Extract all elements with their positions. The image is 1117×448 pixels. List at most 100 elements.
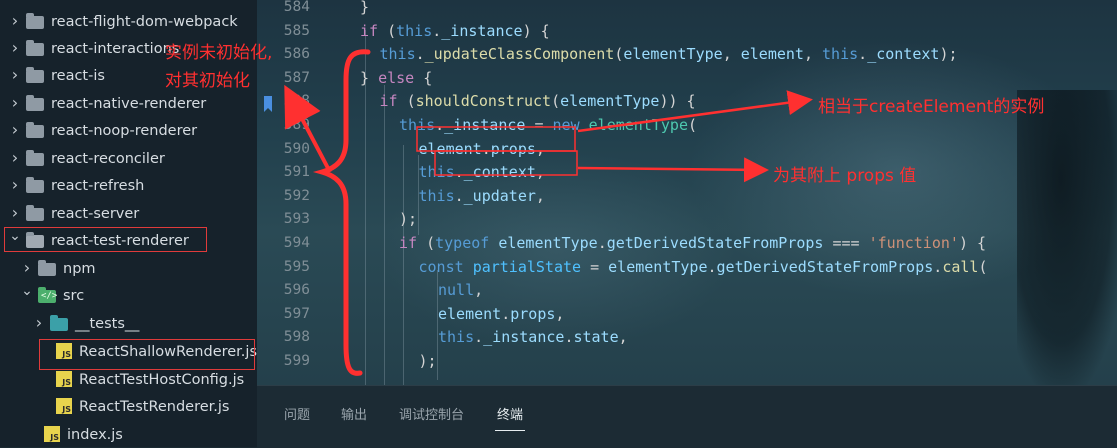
code-line[interactable]: );: [399, 208, 417, 231]
line-number: 589: [283, 117, 310, 133]
folder-item-react-native-renderer[interactable]: › react-native-renderer: [0, 90, 257, 117]
folder-item-src[interactable]: ⌄ </> src: [0, 282, 257, 309]
code-token: typeof: [435, 234, 490, 252]
chevron-right-icon[interactable]: ›: [8, 175, 22, 194]
code-line[interactable]: const partialState = elementType.getDeri…: [419, 256, 988, 279]
code-token: ,: [535, 163, 545, 182]
code-line[interactable]: this._updateClassComponent(elementType, …: [380, 43, 958, 66]
folder-item-react-reconciler[interactable]: › react-reconciler: [0, 145, 257, 172]
chevron-right-icon[interactable]: ›: [8, 203, 22, 222]
code-token: this: [379, 45, 416, 64]
chevron-right-icon[interactable]: ›: [8, 120, 22, 139]
code-token: else: [378, 68, 415, 87]
code-line[interactable]: element.props,: [419, 138, 545, 161]
tree-item-label: __tests__: [75, 315, 140, 332]
folder-item-react-flight-dom-webpack[interactable]: › react-flight-dom-webpack: [0, 8, 257, 35]
code-token: 'function': [868, 234, 959, 252]
code-token: );: [399, 210, 418, 229]
annotation-attach-props: 为其附上 props 值: [773, 166, 917, 186]
indent-guide: [384, 85, 385, 385]
code-line[interactable]: this._instance = new elementType(: [399, 114, 697, 137]
folder-item-react-noop-renderer[interactable]: › react-noop-renderer: [0, 117, 257, 144]
code-token: _instance: [444, 116, 526, 134]
panel-tab-3[interactable]: 终端: [497, 404, 523, 423]
code-token: this: [418, 186, 455, 205]
tree-item-label: ReactTestRenderer.js: [79, 398, 230, 415]
code-token: elementType: [623, 45, 723, 64]
folder-icon: [26, 67, 44, 83]
folder-item-react-refresh[interactable]: › react-refresh: [0, 172, 257, 199]
line-number: 590: [283, 140, 310, 157]
folder-icon: [26, 13, 44, 29]
chevron-right-icon[interactable]: ›: [8, 148, 22, 167]
code-editor[interactable]: 584} 585 if (this._instance) {586 this._upd…: [257, 0, 1117, 385]
chevron-right-icon[interactable]: ›: [20, 258, 34, 277]
code-token: element: [438, 304, 502, 323]
code-line[interactable]: );: [419, 350, 437, 373]
folder-icon: [26, 177, 44, 193]
line-number: 598: [283, 329, 310, 346]
src-folder-icon: </>: [38, 287, 57, 303]
highlight-box-shallow-renderer: [39, 339, 255, 370]
folder-icon: [26, 205, 44, 221]
chevron-right-icon[interactable]: ›: [8, 38, 22, 57]
code-line[interactable]: null,: [438, 279, 483, 302]
code-line[interactable]: this._context,: [419, 161, 545, 184]
code-line[interactable]: if (this._instance) {: [360, 20, 550, 43]
panel-tab-2[interactable]: 调试控制台: [399, 404, 464, 423]
code-token: (: [417, 234, 436, 252]
code-token: ===: [823, 234, 869, 252]
file-item-reacttestrenderer-js[interactable]: JS ReactTestRenderer.js: [0, 393, 257, 420]
highlight-box-react-test-renderer: [4, 227, 207, 252]
js-file-icon: JS: [44, 426, 60, 442]
code-token: if: [379, 92, 398, 111]
code-token: const: [418, 257, 464, 276]
code-line[interactable]: }: [360, 0, 369, 19]
code-token: .: [481, 139, 491, 158]
chevron-down-icon[interactable]: ⌄: [20, 283, 34, 299]
code-token: .: [415, 45, 425, 64]
code-token: .: [597, 234, 607, 252]
panel-tab-0[interactable]: 问题: [284, 404, 310, 423]
code-line[interactable]: this._instance.state,: [438, 326, 628, 349]
code-token: call: [942, 257, 979, 276]
chevron-right-icon[interactable]: ›: [32, 313, 46, 332]
code-token: if: [399, 234, 418, 252]
chevron-right-icon[interactable]: ›: [8, 11, 22, 30]
chevron-right-icon[interactable]: ›: [8, 65, 22, 84]
file-item-reacttesthostconfig-js[interactable]: JS ReactTestHostConfig.js: [0, 366, 257, 393]
code-line[interactable]: } else {: [360, 67, 432, 90]
annotation-not-initialized-1: 实例未初始化,: [165, 43, 273, 63]
tree-item-label: index.js: [67, 426, 123, 443]
code-token: props: [490, 139, 536, 158]
code-token: _instance: [441, 21, 523, 40]
code-token: .: [454, 163, 464, 182]
code-token: ,: [474, 281, 484, 300]
line-number: 591: [283, 164, 310, 181]
code-line[interactable]: this._updater,: [419, 185, 545, 208]
code-token: _updater: [463, 186, 536, 205]
bookmark-icon[interactable]: [264, 96, 272, 113]
code-line[interactable]: if (shouldConstruct(elementType)) {: [380, 90, 696, 113]
code-token: =: [525, 116, 553, 134]
code-token: props: [510, 304, 556, 323]
code-token: .: [933, 257, 943, 276]
code-line[interactable]: element.props,: [438, 303, 564, 326]
indent-guide: [403, 145, 404, 385]
panel-tab-1[interactable]: 输出: [341, 404, 367, 423]
file-item-index-js[interactable]: JS index.js: [0, 421, 257, 447]
line-number: 594: [283, 235, 310, 251]
code-token: (: [614, 45, 624, 64]
chevron-right-icon[interactable]: ›: [8, 93, 22, 112]
code-token: }: [360, 68, 379, 87]
code-token: _updateClassComponent: [424, 45, 615, 64]
folder-item-npm[interactable]: › npm: [0, 255, 257, 282]
folder-item-react-server[interactable]: › react-server: [0, 200, 257, 227]
code-token: ,: [555, 304, 565, 323]
code-line[interactable]: if (typeof elementType.getDerivedStateFr…: [399, 232, 986, 255]
code-token: this: [822, 45, 859, 64]
code-token: (: [378, 21, 397, 40]
tree-item-label: ReactTestHostConfig.js: [79, 371, 245, 388]
code-token: getDerivedStateFromProps: [606, 234, 824, 252]
folder-item-tests[interactable]: › __tests__: [0, 310, 257, 337]
